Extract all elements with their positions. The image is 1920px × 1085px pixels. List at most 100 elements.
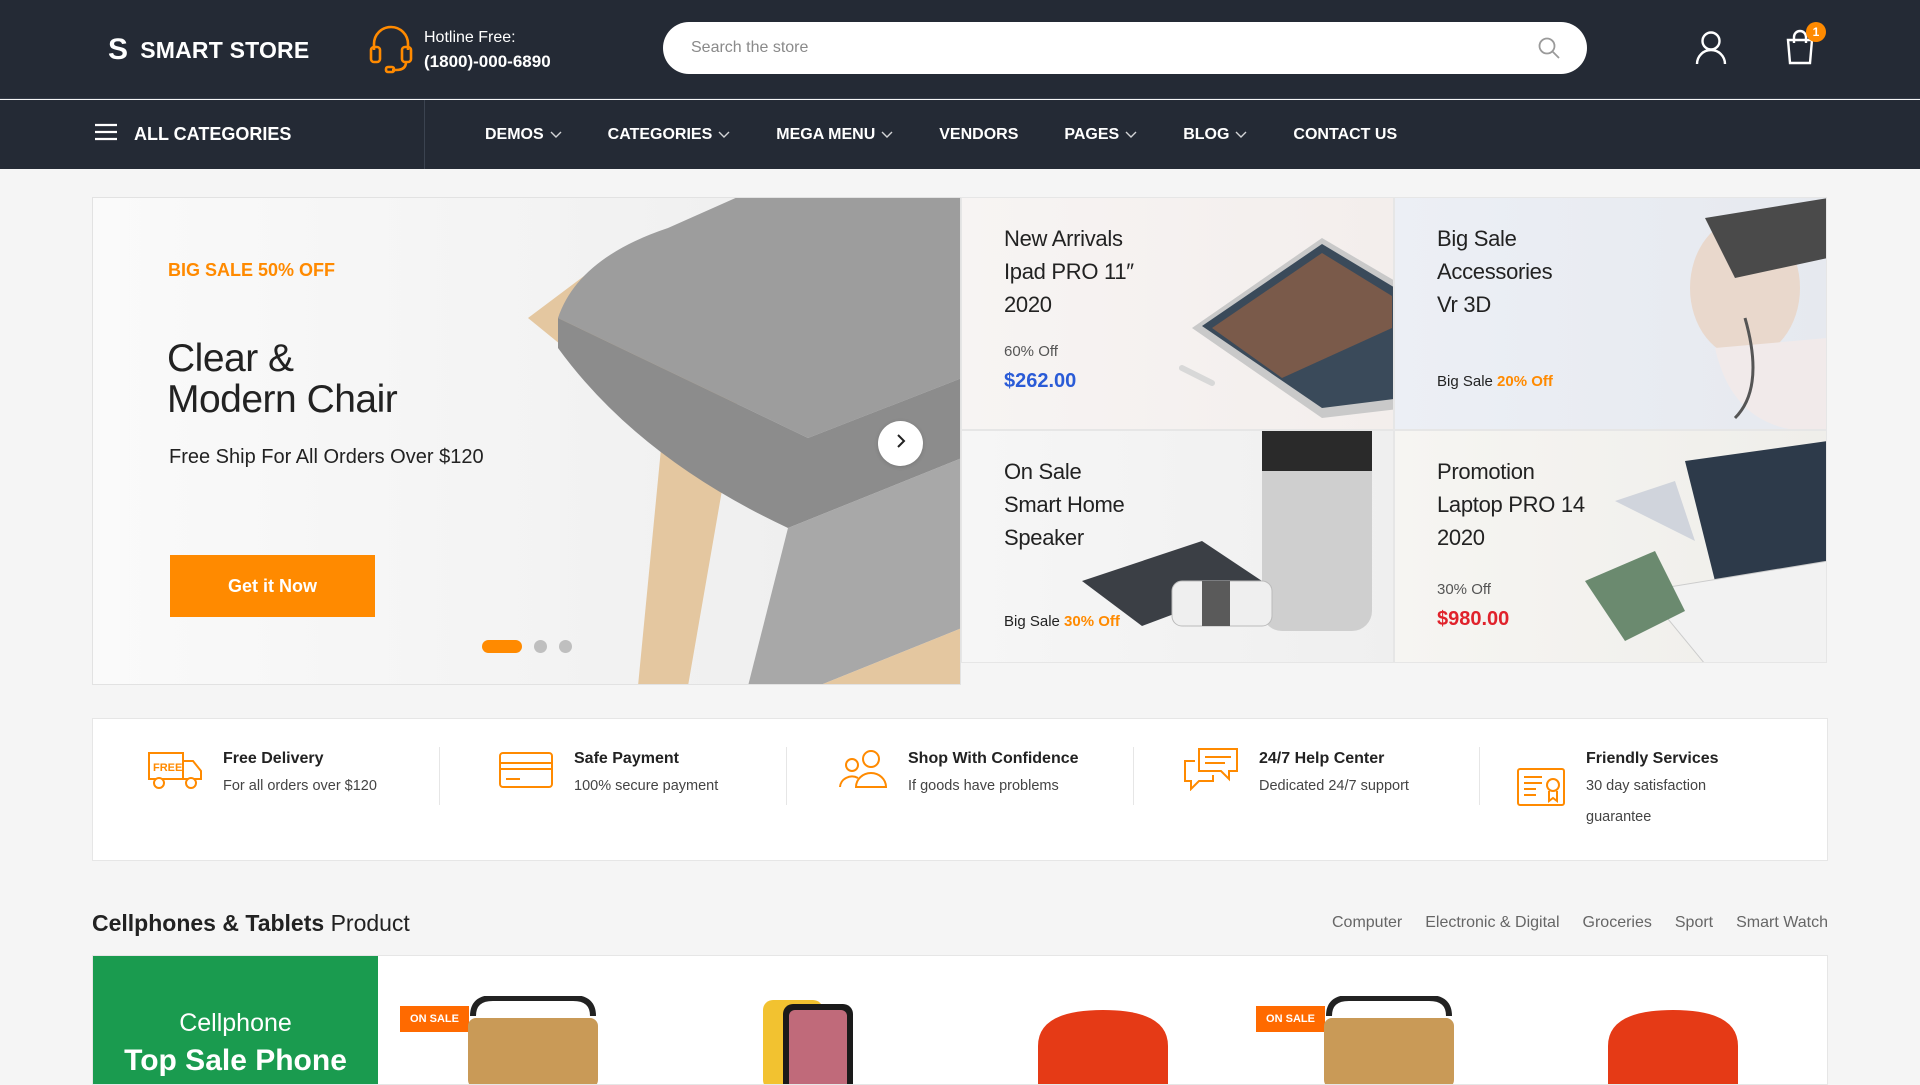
feature-subtitle: For all orders over $120 <box>223 778 377 794</box>
ipad-image <box>1179 238 1393 418</box>
all-categories-label: ALL CATEGORIES <box>134 124 292 144</box>
chat-icon <box>1183 747 1239 802</box>
feature-subtitle: Dedicated 24/7 support <box>1259 778 1409 794</box>
hero-slider: BIG SALE 50% OFF Clear & Modern Chair Fr… <box>92 197 961 685</box>
nav-item-contact-us[interactable]: CONTACT US <box>1293 126 1397 144</box>
all-categories-button[interactable]: ALL CATEGORIES <box>94 100 291 169</box>
chevron-down-icon <box>550 126 562 144</box>
tile-sale-text: Big Sale 20% Off <box>1437 373 1553 390</box>
product-image-speaker-bag[interactable] <box>1319 996 1459 1085</box>
slider-next-button[interactable] <box>878 421 923 466</box>
section-title-rest: Product <box>330 910 410 936</box>
section-title: Cellphones & Tablets Product <box>92 910 410 937</box>
slider-dot-1[interactable] <box>482 640 522 653</box>
nav-item-vendors[interactable]: VENDORS <box>939 126 1018 144</box>
user-icon[interactable] <box>1695 30 1727 71</box>
hotline-number[interactable]: (1800)-000-6890 <box>424 50 551 74</box>
hero-title-line1: Clear & <box>167 337 294 380</box>
tile-title-line: Smart Home <box>1004 492 1125 517</box>
get-it-now-button[interactable]: Get it Now <box>170 555 375 617</box>
people-icon <box>838 747 888 802</box>
tile-title-line: Big Sale <box>1437 226 1517 251</box>
svg-text:FREE: FREE <box>153 762 182 774</box>
tile-title-line: Speaker <box>1004 525 1084 550</box>
nav-label: PAGES <box>1064 125 1120 143</box>
tab-electronic-digital[interactable]: Electronic & Digital <box>1425 914 1559 932</box>
laptop-image <box>1585 441 1826 662</box>
product-image-red-speaker[interactable] <box>1028 1006 1178 1085</box>
main-nav: ALL CATEGORIES DEMOS CATEGORIES MEGA MEN… <box>0 100 1920 169</box>
cellphone-promo-banner[interactable]: Cellphone Top Sale Phone <box>93 956 378 1084</box>
tile-title-line: Ipad PRO 11″ <box>1004 259 1134 284</box>
feature-title: Free Delivery <box>223 750 324 767</box>
tile-title: On Sale Smart Home Speaker <box>1004 455 1125 554</box>
features-bar: FREE Free Delivery For all orders over $… <box>92 718 1828 861</box>
nav-item-pages[interactable]: PAGES <box>1064 126 1137 144</box>
tab-groceries[interactable]: Groceries <box>1583 914 1652 932</box>
nav-label: BLOG <box>1183 125 1230 143</box>
tile-price: $262.00 <box>1004 370 1077 392</box>
hotline: Hotline Free: (1800)-000-6890 <box>366 20 551 79</box>
promo-tile-laptop[interactable]: Promotion Laptop PRO 14 2020 30% Off $98… <box>1394 430 1827 663</box>
product-image-speaker-bag[interactable] <box>463 996 603 1085</box>
tile-title: New Arrivals Ipad PRO 11″ 2020 <box>1004 222 1134 321</box>
nav-label: DEMOS <box>485 125 544 143</box>
promo-tile-vr[interactable]: Big Sale Accessories Vr 3D Big Sale 20% … <box>1394 197 1827 430</box>
nav-item-mega-menu[interactable]: MEGA MENU <box>776 126 893 144</box>
feature-divider <box>1479 747 1480 805</box>
search-icon[interactable] <box>1537 36 1561 65</box>
headset-icon <box>366 20 416 79</box>
logo[interactable]: S SMART STORE <box>108 33 309 67</box>
logo-mark: S <box>108 33 129 66</box>
on-sale-badge: ON SALE <box>400 1006 469 1032</box>
search-input[interactable] <box>691 22 1511 74</box>
on-sale-badge: ON SALE <box>1256 1006 1325 1032</box>
tile-title: Big Sale Accessories Vr 3D <box>1437 222 1553 321</box>
nav-label: VENDORS <box>939 125 1019 143</box>
product-strip: Cellphone Top Sale Phone ON SALE ON SALE <box>92 955 1828 1085</box>
section-title-bold: Cellphones & Tablets <box>92 910 325 936</box>
tile-title-line: 2020 <box>1004 292 1052 317</box>
product-image-phone[interactable] <box>753 996 863 1085</box>
tile-title: Promotion Laptop PRO 14 2020 <box>1437 455 1585 554</box>
feature-title: Shop With Confidence <box>908 750 1079 767</box>
hero-title-line2: Modern Chair <box>167 378 398 421</box>
nav-divider <box>424 100 425 169</box>
slider-dots <box>482 640 584 653</box>
feature-safe-payment: Safe Payment 100% secure payment <box>498 747 718 802</box>
tile-title-line: Vr 3D <box>1437 292 1491 317</box>
feature-title: Friendly Services <box>1586 750 1719 767</box>
slider-dot-3[interactable] <box>559 640 572 653</box>
hero-subtitle: Free Ship For All Orders Over $120 <box>169 446 484 468</box>
slider-dot-2[interactable] <box>534 640 547 653</box>
feature-friendly-services: Friendly Services 30 day satisfaction gu… <box>1516 747 1719 833</box>
nav-item-categories[interactable]: CATEGORIES <box>608 126 731 144</box>
feature-subtitle: If goods have problems <box>908 778 1059 794</box>
cart-count-badge: 1 <box>1806 22 1826 42</box>
section-tabs: Computer Electronic & Digital Groceries … <box>1309 914 1828 932</box>
promo-tile-ipad[interactable]: New Arrivals Ipad PRO 11″ 2020 60% Off $… <box>961 197 1394 430</box>
feature-free-delivery: FREE Free Delivery For all orders over $… <box>147 747 377 802</box>
feature-subtitle-2: guarantee <box>1586 809 1652 825</box>
tab-sport[interactable]: Sport <box>1675 914 1713 932</box>
tile-title-line: On Sale <box>1004 459 1082 484</box>
nav-item-demos[interactable]: DEMOS <box>485 126 562 144</box>
search-bar <box>663 22 1587 74</box>
feature-subtitle: 30 day satisfaction <box>1586 778 1707 794</box>
chevron-down-icon <box>718 126 730 144</box>
nav-label: CATEGORIES <box>607 125 713 143</box>
tile-title-line: Promotion <box>1437 459 1535 484</box>
feature-help-center: 24/7 Help Center Dedicated 24/7 support <box>1183 747 1409 802</box>
nav-label: MEGA MENU <box>776 125 876 143</box>
tab-computer[interactable]: Computer <box>1332 914 1402 932</box>
nav-label: CONTACT US <box>1293 125 1398 143</box>
hotline-label: Hotline Free: <box>424 28 516 46</box>
nav-item-blog[interactable]: BLOG <box>1183 126 1247 144</box>
promo-line1: Cellphone <box>179 1009 292 1037</box>
tab-smart-watch[interactable]: Smart Watch <box>1736 914 1828 932</box>
chevron-down-icon <box>1235 126 1247 144</box>
promo-tile-speaker[interactable]: On Sale Smart Home Speaker Big Sale 30% … <box>961 430 1394 663</box>
tile-sale-percent: 20% Off <box>1497 373 1553 390</box>
top-header: S SMART STORE Hotline Free: (1800)-000-6… <box>0 0 1920 99</box>
product-image-red-speaker[interactable] <box>1598 1006 1748 1085</box>
